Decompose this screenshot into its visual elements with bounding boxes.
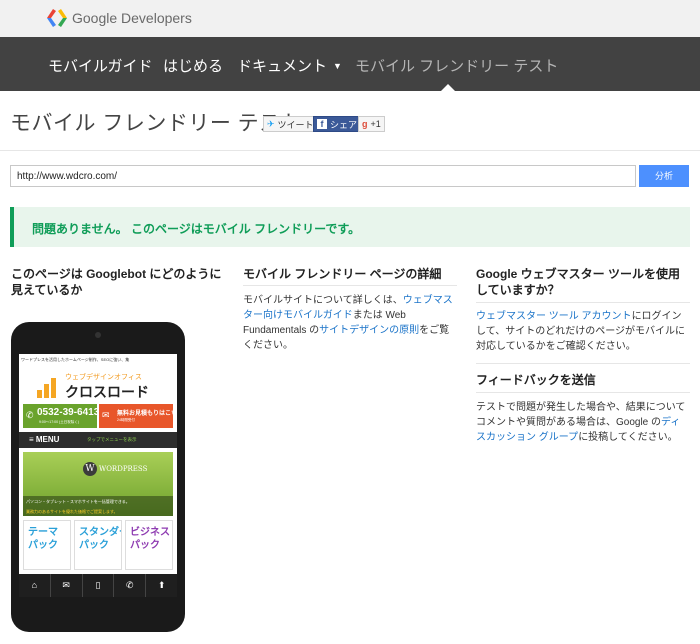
mail-icon: ✉ <box>51 574 83 597</box>
preview-pack-label: ビジネス パック <box>130 527 170 551</box>
phone-icon: ✆ <box>26 410 34 420</box>
mobile-friendly-details-text: モバイルサイトについて詳しくは、ウェブマスター向けモバイルガイドまたは Web … <box>243 293 457 353</box>
preview-estimate-title: 無料お見積もりはこちら <box>117 411 177 417</box>
feedback-heading: フィードバックを送信 <box>476 373 596 387</box>
camera-icon <box>95 332 101 338</box>
webmaster-tools-heading: Google ウェブマスター ツールを使用していますか？ <box>476 267 681 297</box>
wordpress-icon: W <box>83 462 97 476</box>
preview-logo-sub: ウェブデザインオフィス <box>65 374 142 381</box>
preview-wordpress-banner: W WORDPRESS パソコン・タブレット・スマホサイトを一括管理できる。 業… <box>23 452 173 516</box>
gplus-button[interactable]: g +1 <box>358 116 385 132</box>
mobile-icon: ▯ <box>83 574 115 597</box>
mobile-friendly-details-heading: モバイル フレンドリー ページの詳細 <box>243 267 442 281</box>
brand-name: Google Developers <box>72 10 192 26</box>
preview-estimate-banner: ✉ 無料お見積もりはこちら 24時間受付 <box>99 404 177 428</box>
preview-pack-theme: テーマ パック <box>23 520 71 570</box>
preview-pack-label: テーマ パック <box>28 527 58 551</box>
top-nav: モバイルガイド はじめる ドキュメント ▼ モバイル フレンドリー テスト <box>0 37 700 91</box>
preview-pack-standard: スタンダード パック <box>74 520 122 570</box>
divider <box>476 363 690 364</box>
preview-tel-hours: 9:00～17:00 (土日祝除く) <box>39 420 79 424</box>
phone-preview: ワードプレスを活用したホームページ制作、SEOに強い、集 ウェブデザインオフィス… <box>11 322 185 632</box>
phone-screen: ワードプレスを活用したホームページ制作、SEOに強い、集 ウェブデザインオフィス… <box>19 354 177 597</box>
google-developers-logo-icon <box>47 9 67 27</box>
preview-tel-number: 0532-39-6413 <box>37 407 100 418</box>
preview-pack-business: ビジネス パック <box>125 520 173 570</box>
page-title: モバイル フレンドリー テスト <box>10 112 303 135</box>
facebook-share-button[interactable]: f シェア <box>313 116 362 132</box>
webmaster-tools-text: ウェブマスター ツール アカウントにログインして、サイトのどれだけのページがモバ… <box>476 309 690 354</box>
divider <box>476 302 690 303</box>
googlebot-view-heading: このページは Googlebot にどのように見えているか <box>11 267 222 297</box>
divider <box>243 285 457 286</box>
phone-icon: ✆ <box>114 574 147 597</box>
preview-tel-banner: ✆ 0532-39-6413 9:00～17:00 (土日祝除く) <box>23 404 100 428</box>
chevron-down-icon: ▼ <box>333 61 342 71</box>
preview-wordpress-label: WORDPRESS <box>99 465 148 473</box>
nav-item-mobile-friendly-test[interactable]: モバイル フレンドリー テスト <box>355 55 558 76</box>
preview-pack-label: スタンダード パック <box>79 527 121 551</box>
preview-logo: ウェブデザインオフィス クロスロード <box>37 370 159 402</box>
facebook-icon: f <box>317 119 327 129</box>
gplus-label: +1 <box>370 119 381 129</box>
divider <box>476 392 690 393</box>
preview-banner-line-2: 業務力のあるサイトを優れた価格でご提案します。 <box>23 506 173 516</box>
twitter-icon: ✈ <box>267 118 275 129</box>
feedback-body: に投稿してください。 <box>578 432 678 443</box>
webmaster-tools-account-link[interactable]: ウェブマスター ツール アカウント <box>476 311 632 322</box>
divider <box>0 150 700 151</box>
home-icon: ⌂ <box>19 574 51 597</box>
nav-item-get-started[interactable]: はじめる <box>163 55 223 76</box>
tweet-label: ツイート <box>277 119 314 130</box>
details-text: モバイルサイトについて詳しくは、 <box>243 295 403 306</box>
preview-menu-label: ≡ MENU <box>29 435 60 444</box>
google-developers-logo[interactable]: Google Developers <box>47 9 192 27</box>
preview-menu-hint: タップでメニューを表示 <box>87 437 137 442</box>
feedback-text: テストで問題が発生した場合や、結果についてコメントや質問がある場合は、Googl… <box>476 400 690 445</box>
brand-bar: Google Developers <box>0 0 700 37</box>
nav-item-documents[interactable]: ドキュメント ▼ <box>237 55 342 76</box>
gplus-icon: g <box>362 119 368 129</box>
result-message: 問題ありません。 このページはモバイル フレンドリーです。 <box>32 222 361 236</box>
facebook-share-label: シェア <box>330 119 358 130</box>
preview-packs: テーマ パック スタンダード パック ビジネス パック <box>23 520 173 570</box>
mail-icon: ✉ <box>102 410 110 420</box>
bar-graph-icon <box>37 374 61 398</box>
active-tab-indicator <box>441 84 455 91</box>
preview-footer-bar: ⌂ ✉ ▯ ✆ ⬆ <box>19 574 177 597</box>
preview-logo-main: クロスロード <box>65 384 149 400</box>
nav-item-mobile-guide[interactable]: モバイルガイド <box>48 55 153 76</box>
preview-banner-line-1: パソコン・タブレット・スマホサイトを一括管理できる。 <box>23 496 173 506</box>
result-banner: 問題ありません。 このページはモバイル フレンドリーです。 <box>10 207 690 247</box>
preview-menu-bar: ≡ MENU タップでメニューを表示 <box>19 432 177 448</box>
preview-header-text: ワードプレスを活用したホームページ制作、SEOに強い、集 <box>21 357 130 362</box>
analyze-button[interactable]: 分析 <box>639 165 689 187</box>
url-input[interactable] <box>10 165 636 187</box>
tweet-button[interactable]: ✈ ツイート <box>263 116 318 132</box>
nav-item-documents-label: ドキュメント <box>237 58 328 75</box>
feedback-body: テストで問題が発生した場合や、結果についてコメントや質問がある場合は、Googl… <box>476 402 686 428</box>
up-arrow-icon: ⬆ <box>157 580 166 590</box>
site-design-principles-link[interactable]: サイトデザインの原則 <box>319 325 419 336</box>
preview-estimate-sub: 24時間受付 <box>117 418 135 422</box>
